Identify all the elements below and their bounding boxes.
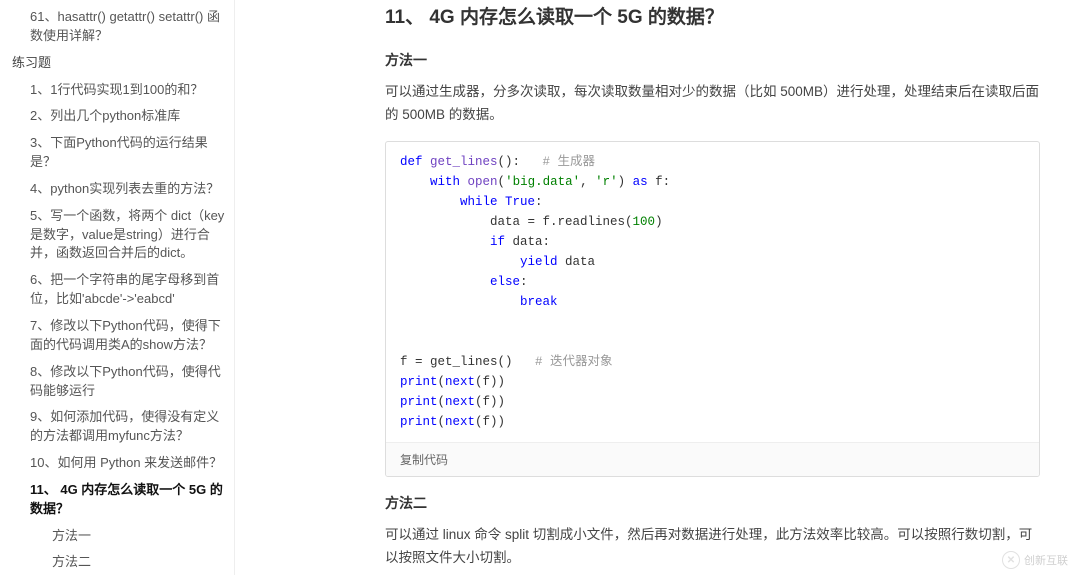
- toc-item[interactable]: 10、如何用 Python 来发送邮件？: [8, 450, 234, 477]
- toc-item[interactable]: 方法一: [8, 523, 234, 550]
- code-content: def get_lines(): # 生成器 with open('big.da…: [386, 142, 1039, 442]
- code-block: def get_lines(): # 生成器 with open('big.da…: [385, 141, 1040, 477]
- toc-item[interactable]: 1、1行代码实现1到100的和？: [8, 77, 234, 104]
- toc-item[interactable]: 11、 4G 内存怎么读取一个 5G 的数据？: [8, 477, 234, 523]
- copy-code-button[interactable]: 复制代码: [386, 442, 1039, 476]
- toc-item[interactable]: 7、修改以下Python代码，使得下面的代码调用类A的show方法？: [8, 313, 234, 359]
- toc-item[interactable]: 6、把一个字符串的尾字母移到首位，比如'abcde'->'eabcd': [8, 267, 234, 313]
- toc-item[interactable]: 4、python实现列表去重的方法？: [8, 176, 234, 203]
- toc-item[interactable]: 2、列出几个python标准库: [8, 103, 234, 130]
- method1-desc: 可以通过生成器，分多次读取，每次读取数量相对少的数据（比如 500MB）进行处理…: [385, 80, 1040, 127]
- toc-item[interactable]: 5、写一个函数，将两个 dict（key 是数字，value是string）进行…: [8, 203, 234, 268]
- toc-item[interactable]: 61、hasattr() getattr() setattr() 函数使用详解？: [8, 4, 234, 50]
- article-main: 11、 4G 内存怎么读取一个 5G 的数据？ 方法一 可以通过生成器，分多次读…: [235, 0, 1080, 575]
- method1-title: 方法一: [385, 50, 1040, 70]
- toc-item[interactable]: 3、下面Python代码的运行结果是？: [8, 130, 234, 176]
- toc-item[interactable]: 9、如何添加代码，使得没有定义的方法都调用myfunc方法？: [8, 404, 234, 450]
- toc-item[interactable]: 练习题: [8, 50, 234, 77]
- method2-desc: 可以通过 linux 命令 split 切割成小文件，然后再对数据进行处理，此方…: [385, 523, 1040, 570]
- toc-sidebar[interactable]: 61、hasattr() getattr() setattr() 函数使用详解？…: [0, 0, 235, 575]
- heading-q11a: 11、 4G 内存怎么读取一个 5G 的数据？: [385, 4, 1040, 32]
- method2-title: 方法二: [385, 493, 1040, 513]
- toc-item[interactable]: 8、修改以下Python代码，使得代码能够运行: [8, 359, 234, 405]
- toc-item[interactable]: 方法二: [8, 549, 234, 575]
